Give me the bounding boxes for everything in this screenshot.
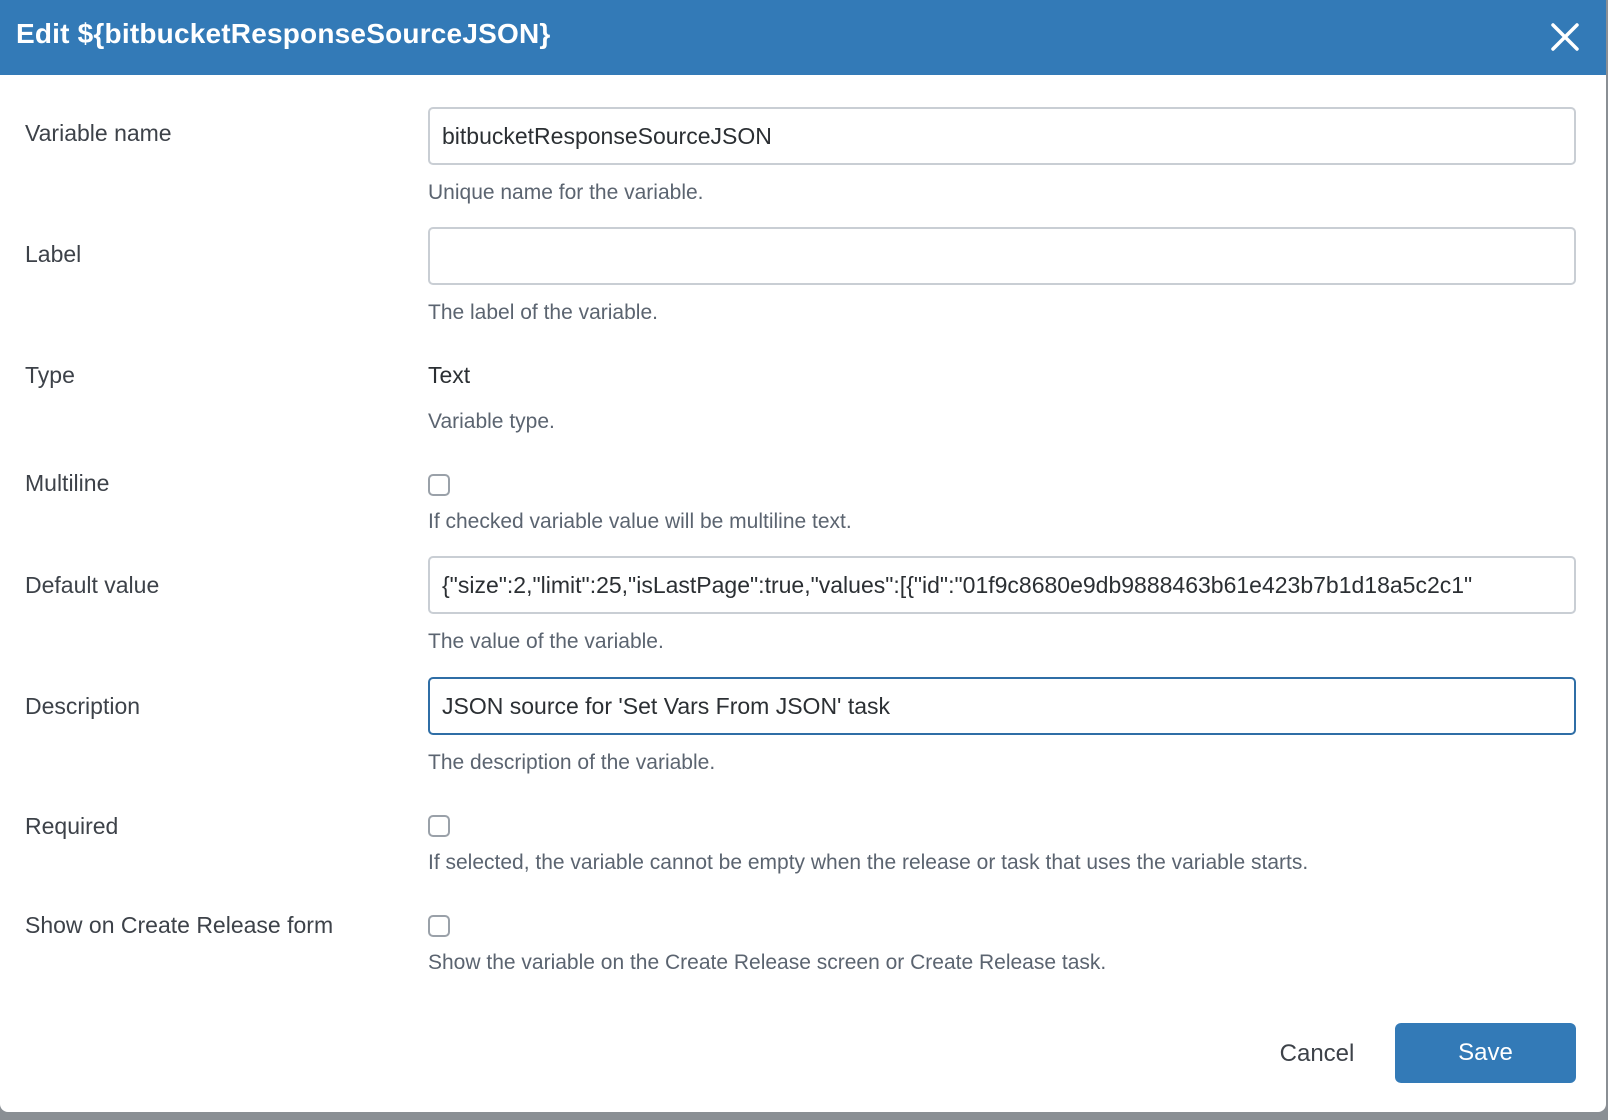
variable-name-input[interactable]	[428, 107, 1576, 165]
multiline-help: If checked variable value will be multil…	[428, 510, 852, 533]
cancel-button[interactable]: Cancel	[1262, 1024, 1372, 1084]
type-label: Type	[25, 362, 75, 388]
edit-variable-dialog: Edit ${bitbucketResponseSourceJSON} Vari…	[0, 0, 1606, 1112]
close-button[interactable]	[1546, 18, 1584, 56]
type-help: Variable type.	[428, 410, 555, 433]
default-value-input[interactable]	[428, 556, 1576, 614]
close-icon	[1551, 23, 1579, 51]
required-checkbox[interactable]	[428, 815, 450, 837]
default-value-label: Default value	[25, 572, 160, 598]
dialog-title: Edit ${bitbucketResponseSourceJSON}	[16, 18, 551, 49]
label-label: Label	[25, 241, 82, 267]
show-on-create-help: Show the variable on the Create Release …	[428, 951, 1107, 974]
dialog-header: Edit ${bitbucketResponseSourceJSON}	[0, 0, 1606, 75]
label-help: The label of the variable.	[428, 301, 658, 324]
show-on-create-checkbox[interactable]	[428, 915, 450, 937]
description-help: The description of the variable.	[428, 751, 716, 774]
save-button[interactable]: Save	[1395, 1023, 1576, 1083]
variable-name-help: Unique name for the variable.	[428, 181, 704, 204]
label-input[interactable]	[428, 227, 1576, 285]
description-label: Description	[25, 693, 141, 719]
required-label: Required	[25, 813, 119, 839]
default-value-help: The value of the variable.	[428, 630, 664, 653]
type-value: Text	[428, 362, 471, 388]
multiline-label: Multiline	[25, 470, 110, 496]
multiline-checkbox[interactable]	[428, 474, 450, 496]
description-input[interactable]	[428, 677, 1576, 735]
variable-name-label: Variable name	[25, 120, 172, 146]
show-on-create-label: Show on Create Release form	[25, 912, 334, 938]
required-help: If selected, the variable cannot be empt…	[428, 851, 1309, 874]
